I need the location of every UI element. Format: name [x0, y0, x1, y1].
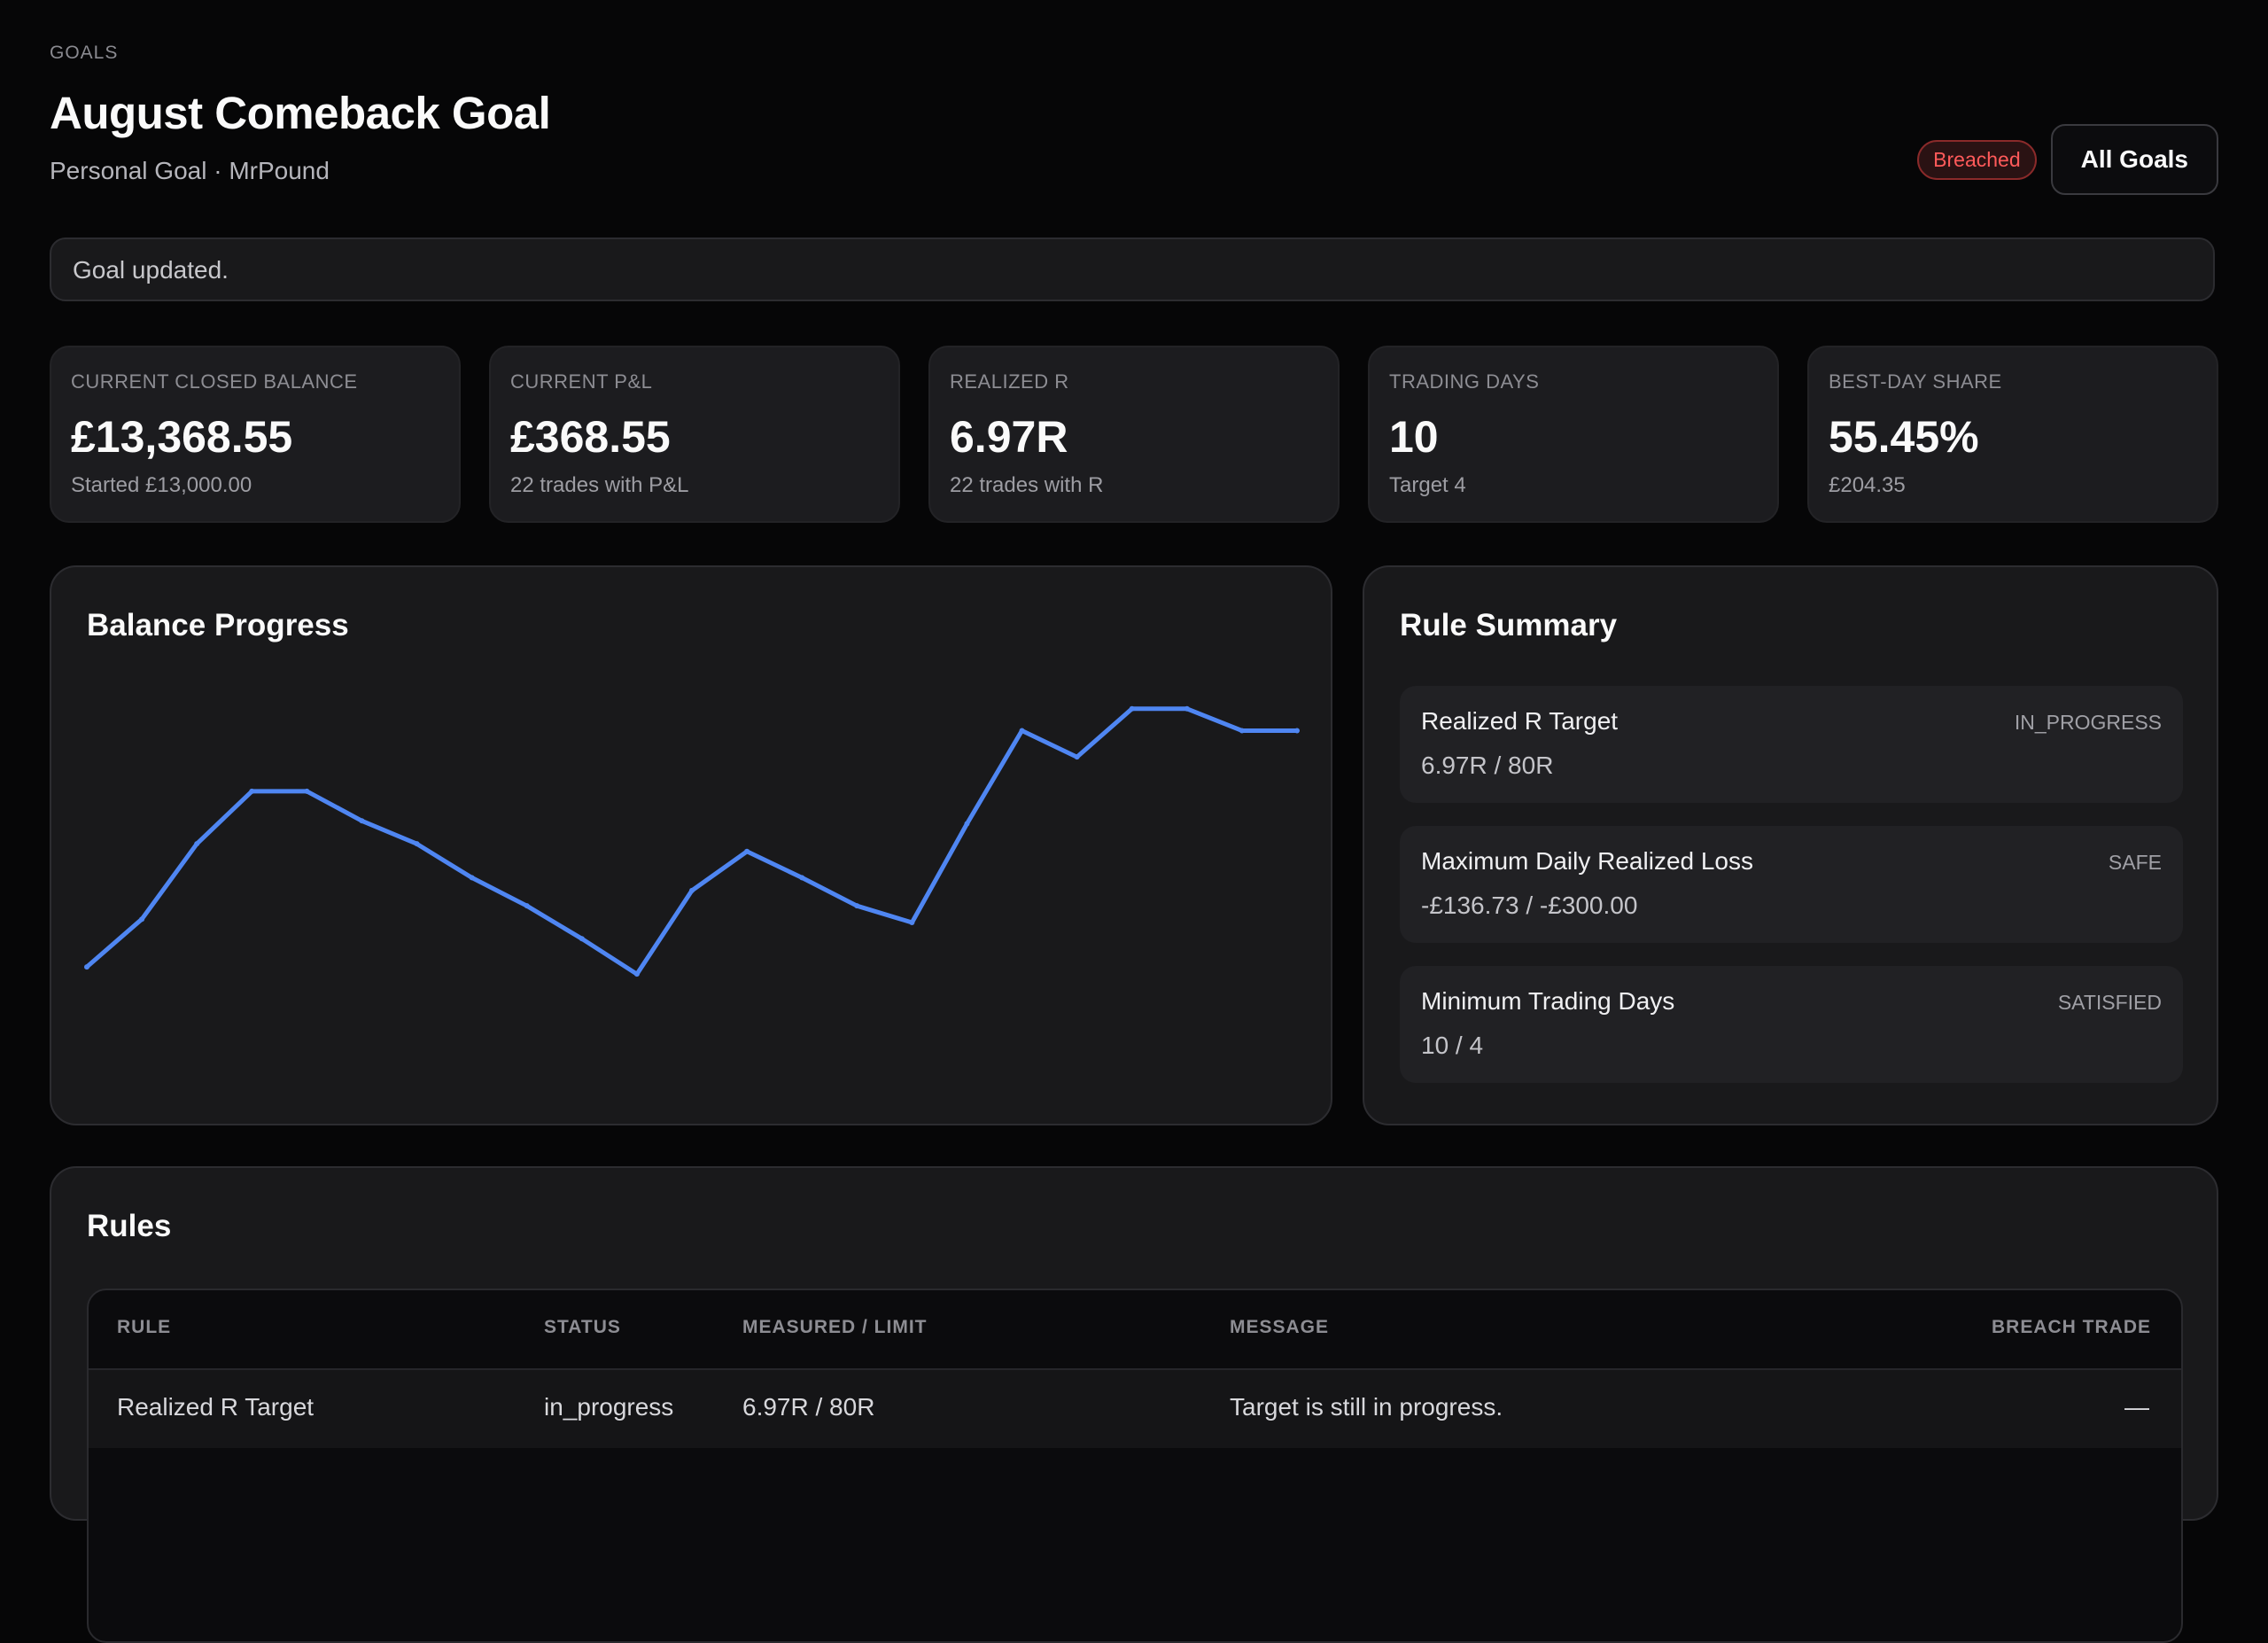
balance-point [304, 788, 310, 794]
cell-breach-trade: — [2124, 1393, 2149, 1421]
rule-status: IN_PROGRESS [2014, 711, 2162, 734]
stat-sub: 22 trades with R [950, 473, 1104, 497]
balance-point [689, 887, 695, 893]
stat-value: £368.55 [510, 412, 671, 462]
cell-status: in_progress [544, 1393, 674, 1421]
rule-summary-panel: Rule Summary Realized R Target 6.97R / 8… [1363, 565, 2218, 1125]
page-subtitle: Personal Goal · MrPound [50, 157, 330, 184]
table-header: RULE STATUS MEASURED / LIMIT MESSAGE BRE… [89, 1290, 2181, 1370]
rule-summary-title: Rule Summary [1400, 608, 1618, 642]
column-header-measured: MEASURED / LIMIT [742, 1317, 928, 1337]
balance-point [249, 788, 255, 794]
balance-point [1184, 705, 1190, 712]
cell-measured: 6.97R / 80R [742, 1393, 875, 1421]
cell-rule: Realized R Target [117, 1393, 315, 1421]
rule-card-min-trading-days: Minimum Trading Days 10 / 4 SATISFIED [1400, 966, 2183, 1083]
cell-message: Target is still in progress. [1230, 1393, 1503, 1421]
update-notice: Goal updated. [50, 237, 2215, 301]
rule-status: SATISFIED [2057, 991, 2162, 1014]
stat-card-pnl: CURRENT P&L £368.55 22 trades with P&L [489, 346, 900, 523]
rule-value: 10 / 4 [1421, 1032, 1484, 1059]
rule-name: Maximum Daily Realized Loss [1421, 847, 1754, 875]
stat-label: CURRENT P&L [510, 370, 653, 393]
all-goals-button[interactable]: All Goals [2050, 124, 2218, 195]
stat-label: BEST-DAY SHARE [1829, 370, 2002, 393]
rule-card-max-daily-loss: Maximum Daily Realized Loss -£136.73 / -… [1400, 826, 2183, 943]
rule-value: 6.97R / 80R [1421, 751, 1554, 779]
balance-point [633, 971, 640, 977]
balance-point [964, 821, 970, 827]
table-row[interactable]: Realized R Target in_progress 6.97R / 80… [89, 1370, 2181, 1448]
stat-value: 10 [1389, 412, 1439, 462]
stat-card-best-day-share: BEST-DAY SHARE 55.45% £204.35 [1807, 346, 2218, 523]
rule-name: Minimum Trading Days [1421, 987, 1675, 1015]
balance-point [359, 818, 365, 824]
stat-label: REALIZED R [950, 370, 1069, 393]
stat-value: 55.45% [1829, 412, 1979, 462]
balance-point [909, 920, 915, 925]
stat-sub: 22 trades with P&L [510, 473, 689, 497]
balance-point [139, 916, 145, 923]
stat-sub: Target 4 [1389, 473, 1466, 497]
balance-point [854, 903, 860, 909]
balance-point [469, 875, 475, 881]
breadcrumb[interactable]: GOALS [50, 43, 2218, 64]
balance-point [744, 848, 750, 854]
stat-card-trading-days: TRADING DAYS 10 Target 4 [1368, 346, 1779, 523]
stat-label: CURRENT CLOSED BALANCE [71, 370, 358, 393]
column-header-status: STATUS [544, 1317, 621, 1337]
column-header-breach-trade: BREACH TRADE [1992, 1317, 2151, 1337]
header-actions: Breached All Goals [1917, 124, 2218, 195]
column-header-rule: RULE [117, 1317, 172, 1337]
balance-point [579, 936, 585, 942]
rules-panel: Rules RULE STATUS MEASURED / LIMIT MESSA… [50, 1166, 2218, 1643]
balance-chart [84, 705, 1300, 977]
balance-point [799, 875, 805, 881]
rules-title: Rules [87, 1209, 172, 1243]
stats-row: CURRENT CLOSED BALANCE £13,368.55 Starte… [50, 346, 2218, 523]
balance-point [1129, 705, 1135, 712]
balance-point [1074, 754, 1080, 760]
balance-point [1294, 728, 1300, 734]
page-title: August Comeback Goal [50, 88, 551, 138]
chart-title: Balance Progress [87, 608, 349, 642]
balance-point [524, 903, 530, 909]
balance-point [84, 964, 89, 970]
status-badge: Breached [1917, 139, 2037, 180]
balance-point [414, 841, 420, 847]
stat-sub: £204.35 [1829, 473, 1906, 497]
stat-value: 6.97R [950, 412, 1068, 462]
rules-table: RULE STATUS MEASURED / LIMIT MESSAGE BRE… [87, 1289, 2183, 1643]
balance-point [1239, 728, 1245, 734]
stat-card-realized-r: REALIZED R 6.97R 22 trades with R [928, 346, 1340, 523]
goal-page: GOALS August Comeback Goal Personal Goal… [50, 43, 2218, 1643]
stat-card-closed-balance: CURRENT CLOSED BALANCE £13,368.55 Starte… [50, 346, 461, 523]
stat-sub: Started £13,000.00 [71, 473, 252, 497]
column-header-message: MESSAGE [1230, 1317, 1330, 1337]
stat-label: TRADING DAYS [1389, 370, 1540, 393]
balance-point [194, 841, 200, 847]
balance-series-line [84, 706, 1300, 977]
rule-value: -£136.73 / -£300.00 [1421, 892, 1638, 919]
balance-progress-panel: Balance Progress [50, 565, 1332, 1125]
balance-point [1019, 728, 1025, 734]
rule-card-realized-r-target: Realized R Target 6.97R / 80R IN_PROGRES… [1400, 686, 2183, 803]
rule-status: SAFE [2108, 851, 2162, 874]
stat-value: £13,368.55 [71, 412, 293, 462]
